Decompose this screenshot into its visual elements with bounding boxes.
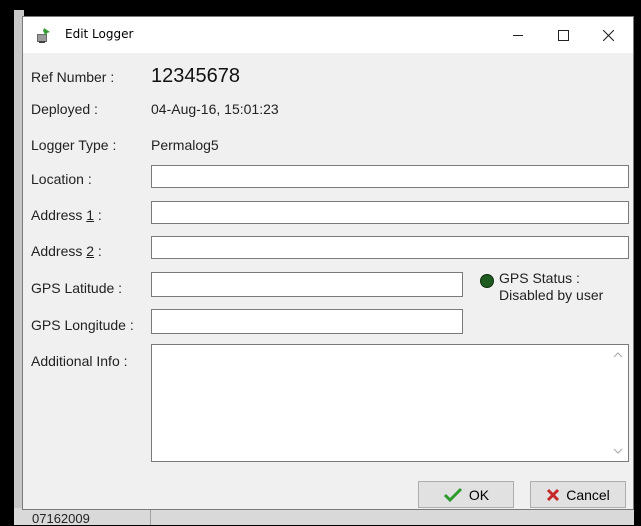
gps-longitude-input[interactable] bbox=[151, 309, 463, 334]
address1-label-text: Address bbox=[31, 207, 87, 223]
address2-label: Address 2 : bbox=[31, 243, 102, 259]
title-bar[interactable]: Edit Logger bbox=[23, 17, 633, 53]
address2-label-accesskey: 2 bbox=[86, 243, 95, 259]
background-app-row bbox=[14, 508, 634, 525]
gps-status-label: GPS Status : bbox=[499, 270, 580, 286]
address1-label: Address 1 : bbox=[31, 207, 102, 223]
edit-logger-dialog: Edit Logger Ref Number : 12345678 Deploy… bbox=[22, 16, 634, 510]
address2-label-colon: : bbox=[94, 243, 102, 259]
ref-number-label: Ref Number : bbox=[31, 69, 115, 85]
maximize-button[interactable] bbox=[541, 17, 587, 53]
checkmark-icon bbox=[443, 487, 462, 502]
address2-input[interactable] bbox=[151, 236, 629, 259]
gps-status-value: Disabled by user bbox=[499, 287, 604, 303]
logger-app-icon bbox=[37, 28, 50, 43]
ok-button[interactable]: OK bbox=[418, 481, 514, 508]
gps-latitude-input[interactable] bbox=[151, 272, 463, 297]
deployed-label: Deployed : bbox=[31, 101, 98, 117]
address1-input[interactable] bbox=[151, 201, 629, 224]
gps-status-indicator bbox=[480, 274, 494, 288]
background-app-row-text: 07162009 bbox=[32, 511, 90, 526]
address1-label-colon: : bbox=[94, 207, 102, 223]
cancel-button[interactable]: Cancel bbox=[530, 481, 626, 508]
background-app-edge bbox=[0, 0, 14, 525]
address2-label-text: Address bbox=[31, 243, 87, 259]
scroll-up-icon[interactable] bbox=[611, 348, 625, 362]
logger-type-value: Permalog5 bbox=[151, 137, 219, 153]
deployed-value: 04-Aug-16, 15:01:23 bbox=[151, 101, 279, 117]
logger-type-label: Logger Type : bbox=[31, 137, 117, 153]
ok-button-label: OK bbox=[468, 486, 490, 503]
scroll-down-icon[interactable] bbox=[611, 444, 625, 458]
additional-info-textarea[interactable] bbox=[151, 344, 629, 462]
minimize-button[interactable] bbox=[495, 17, 541, 53]
location-label: Location : bbox=[31, 171, 92, 187]
address1-label-accesskey: 1 bbox=[86, 207, 95, 223]
additional-info-label: Additional Info : bbox=[31, 353, 128, 369]
ref-number-value: 12345678 bbox=[151, 65, 240, 87]
window-title: Edit Logger bbox=[65, 27, 134, 41]
background-app-divider bbox=[150, 508, 151, 525]
cancel-x-icon bbox=[547, 488, 560, 501]
gps-longitude-label: GPS Longitude : bbox=[31, 317, 134, 333]
gps-latitude-label: GPS Latitude : bbox=[31, 280, 123, 296]
close-icon bbox=[603, 30, 614, 41]
cancel-button-label: Cancel bbox=[566, 486, 610, 503]
close-button[interactable] bbox=[586, 17, 632, 53]
location-input[interactable] bbox=[151, 165, 629, 188]
